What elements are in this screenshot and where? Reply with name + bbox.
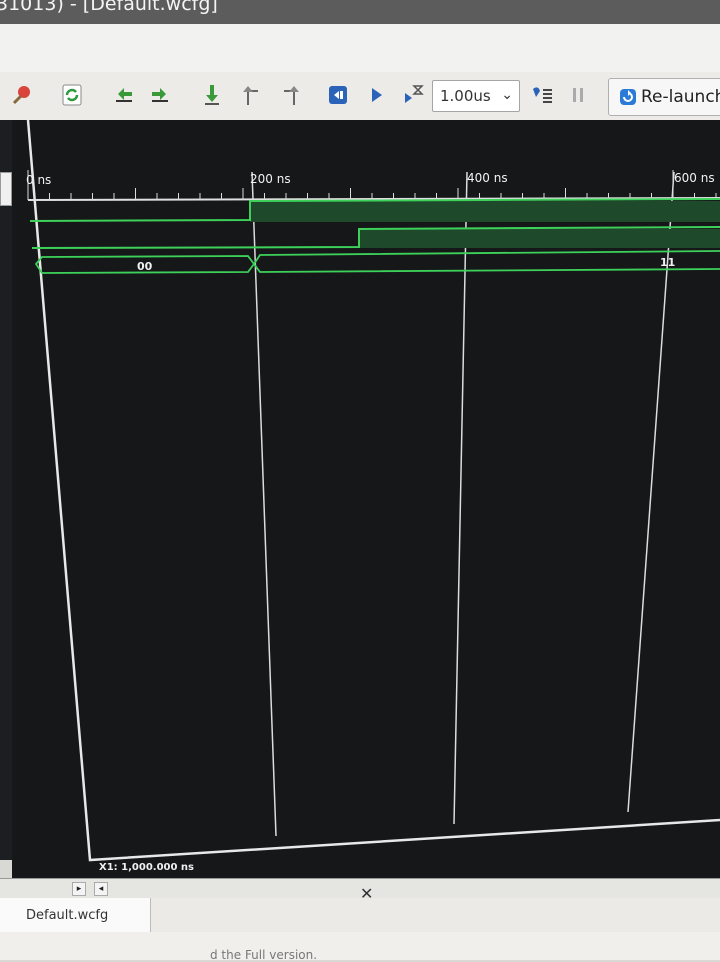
menu-band (0, 24, 720, 72)
add-marker-icon[interactable] (198, 82, 226, 108)
window-title: 31013) - [Default.wcfg] (0, 0, 218, 15)
ruler-ticks (27, 170, 717, 200)
break-icon[interactable] (528, 82, 556, 108)
chevron-down-icon: ⌄ (501, 87, 513, 103)
relaunch-button[interactable]: Re-launch (608, 78, 720, 116)
ruler-label-600: 600 ns (674, 171, 715, 185)
ruler-label-400: 400 ns (467, 171, 508, 185)
signal-2-high-fill (359, 229, 720, 248)
window-title-bar: 31013) - [Default.wcfg] (0, 0, 720, 24)
waveform-viewer[interactable]: 0 ns 200 ns 400 ns 600 ns 00 11 X1: 1,00… (12, 119, 720, 880)
go-to-previous-icon[interactable] (110, 82, 138, 108)
bus-segment-11 (253, 250, 720, 273)
waveform-canvas: 0 ns 200 ns 400 ns 600 ns 00 11 X1: 1,00… (26, 119, 720, 873)
pin-icon[interactable] (8, 82, 36, 108)
signal-names-pane (0, 120, 12, 860)
run-for-time-icon[interactable] (398, 82, 426, 108)
tab-default-wcfg[interactable]: Default.wcfg (0, 898, 151, 932)
signal-name-field[interactable] (0, 172, 12, 206)
ruler-label-200: 200 ns (250, 172, 291, 186)
run-all-icon[interactable] (362, 82, 390, 108)
relaunch-icon (620, 89, 636, 105)
relaunch-label: Re-launch (641, 87, 720, 107)
restart-icon[interactable] (324, 82, 352, 108)
run-time-value: 1.00us (440, 87, 491, 105)
cursor-readout: X1: 1,000.000 ns (99, 862, 194, 873)
signal-1-wave (29, 198, 720, 222)
run-time-select[interactable]: 1.00us ⌄ (432, 80, 520, 112)
bus-value-00: 00 (137, 260, 153, 273)
editor-tab-strip: Default.wcfg (0, 898, 720, 932)
go-to-next-icon[interactable] (146, 82, 174, 108)
bus-value-11: 11 (660, 256, 675, 269)
ruler-label-0: 0 ns (26, 173, 51, 187)
status-footer: d the Full version. (0, 932, 720, 962)
scroll-left-icon[interactable]: ◂ (94, 882, 108, 896)
signal-2-wave (31, 226, 720, 249)
previous-transition-icon[interactable] (238, 82, 266, 108)
scroll-right-icon[interactable]: ▸ (72, 882, 86, 896)
signal-1-high-fill (250, 201, 720, 222)
next-transition-icon[interactable] (276, 82, 304, 108)
pause-icon[interactable] (564, 82, 592, 108)
tab-label: Default.wcfg (26, 908, 109, 923)
refresh-icon[interactable] (58, 82, 86, 108)
bus-signal-wave: 00 11 (34, 250, 720, 274)
